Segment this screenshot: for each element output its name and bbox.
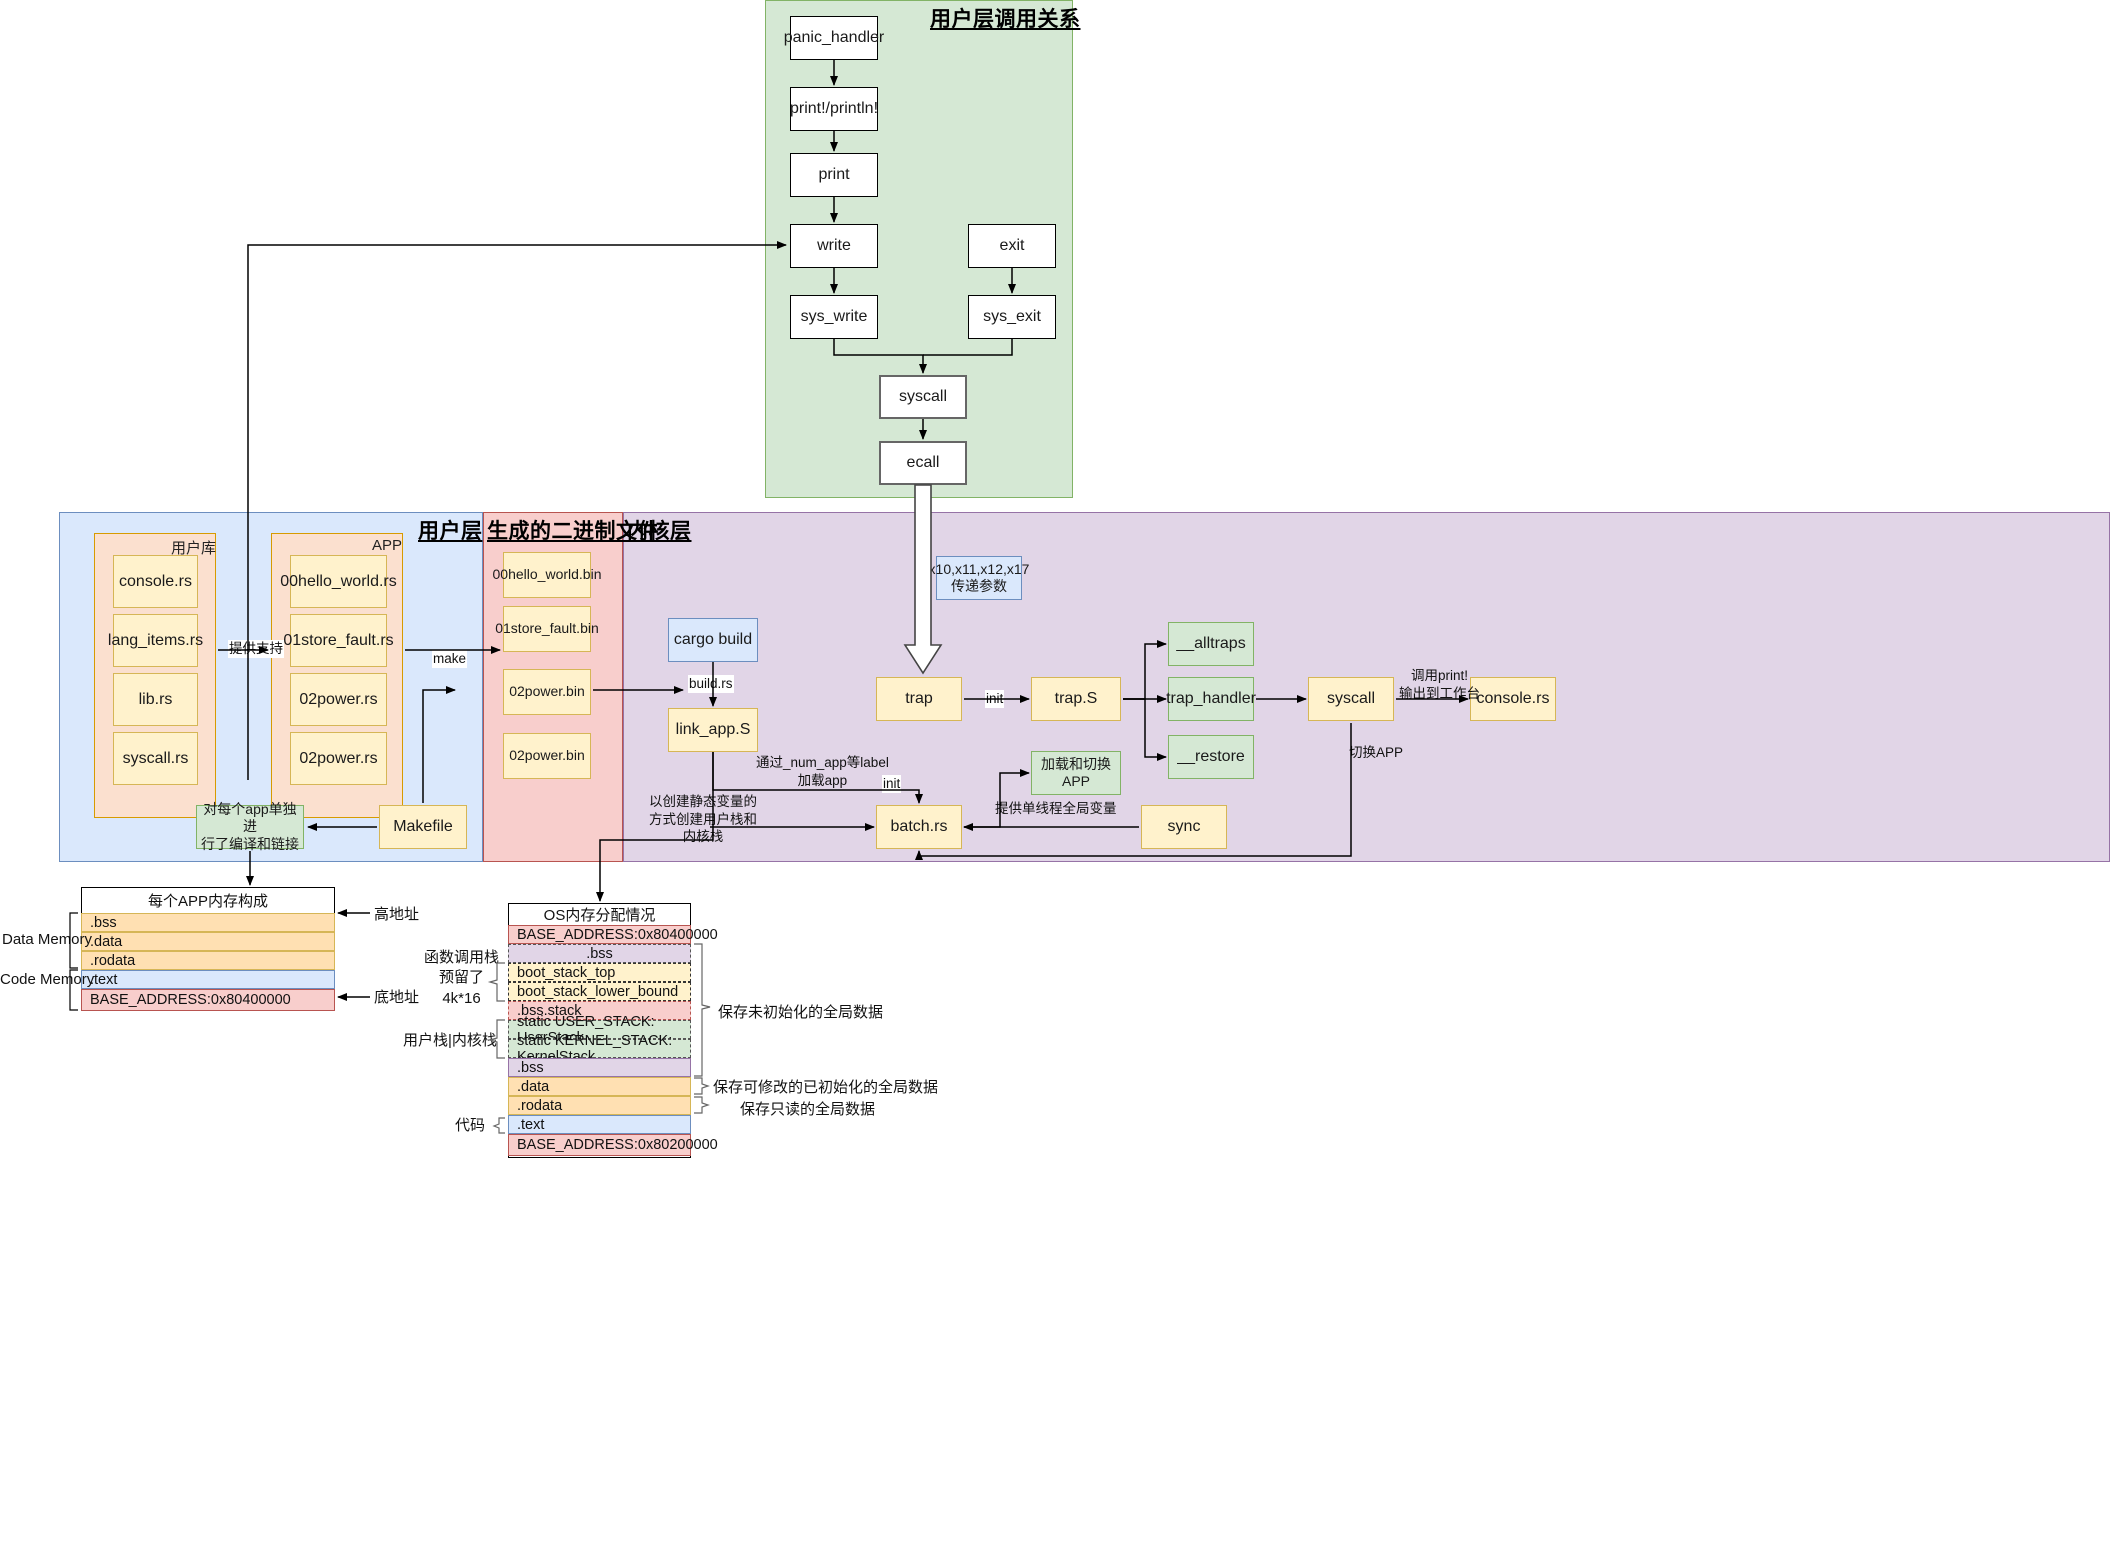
os-memory-row-text: .text: [508, 1115, 691, 1134]
node-app-00hello-world-rs[interactable]: 00hello_world.rs: [280, 555, 397, 608]
node-cargo-build[interactable]: cargo build: [668, 618, 758, 662]
node-print[interactable]: print: [790, 153, 878, 197]
node-app-01store-fault-rs[interactable]: 01store_fault.rs: [283, 614, 394, 667]
os-memory-row-base-bottom: BASE_ADDRESS:0x80200000: [508, 1134, 718, 1156]
edge-label-load-app: 通过_num_app等label 加载app: [756, 755, 889, 788]
panel-title-user-layer: 用户层: [418, 520, 483, 543]
os-memory-row-boot-stack-top: boot_stack_top: [508, 963, 691, 982]
node-link-app-s[interactable]: link_app.S: [668, 708, 758, 752]
node-lang-items-rs[interactable]: lang_items.rs: [108, 614, 203, 667]
app-memory-label-code-memory: Code Memory: [0, 971, 95, 988]
node-sync[interactable]: sync: [1141, 805, 1227, 849]
os-memory-note-code: 代码: [455, 1117, 486, 1134]
node-trap-s[interactable]: trap.S: [1031, 677, 1121, 721]
os-memory-row-data: .data: [508, 1077, 691, 1096]
edge-label-make: make: [432, 650, 468, 668]
node-console-rs[interactable]: console.rs: [113, 555, 198, 608]
os-memory-title: OS内存分配情况: [543, 906, 656, 924]
node-bin-01store-fault[interactable]: 01store_fault.bin: [495, 606, 599, 652]
node-sys-write[interactable]: sys_write: [790, 295, 878, 339]
edge-label-build-rs: build.rs: [688, 675, 734, 693]
app-memory-annotation-high: 高地址: [374, 906, 420, 923]
node-write[interactable]: write: [790, 224, 878, 268]
node-restore[interactable]: __restore: [1168, 735, 1254, 779]
node-load-switch-app: 加载和切换APP: [1031, 751, 1121, 795]
app-memory-row-rodata: .rodata: [81, 951, 335, 970]
os-memory-row-base-top: BASE_ADDRESS:0x80400000: [508, 925, 718, 944]
node-bin-02power-a[interactable]: 02power.bin: [503, 669, 591, 715]
app-memory-row-text: .text: [81, 970, 335, 989]
edge-label-static-stacks: 以创建静态变量的 方式创建用户栈和 内核栈: [649, 794, 757, 845]
os-memory-row-bss: .bss: [508, 1058, 691, 1077]
diagram-canvas: 用户层调用关系 用户层 生成的二进制文件 内核层 panic_handler p…: [0, 0, 2110, 1560]
edge-label-init-trap: init: [985, 690, 1005, 708]
node-trap-handler[interactable]: trap_handler: [1166, 677, 1256, 721]
app-memory-annotation-low: 底地址: [374, 989, 420, 1006]
edge-label-init-batch: init: [882, 775, 902, 793]
node-lib-rs[interactable]: lib.rs: [113, 673, 198, 726]
node-syscall-kernel[interactable]: syscall: [1308, 677, 1394, 721]
node-compile-link-note: 对每个app单独进 行了编译和链接: [196, 801, 304, 852]
app-memory-label-data-memory: Data Memory: [2, 931, 93, 948]
edge-label-provide-support: 提供支持: [228, 640, 284, 658]
node-alltraps[interactable]: __alltraps: [1168, 622, 1254, 666]
panel-title-user-call-relation: 用户层调用关系: [930, 8, 1081, 31]
node-app-02power-rs-a[interactable]: 02power.rs: [290, 673, 387, 726]
edge-label-single-thread-global: 提供单线程全局变量: [995, 801, 1117, 816]
panel-title-kernel-layer: 内核层: [627, 520, 692, 543]
os-memory-row-kernel-stack: static KERNEL_STACK: KernelStack: [508, 1033, 691, 1065]
os-memory-note-mutable-global: 保存可修改的已初始化的全局数据: [713, 1079, 939, 1096]
edge-label-switch-app: 切换APP: [1349, 745, 1404, 760]
app-memory-title: 每个APP内存构成: [147, 892, 268, 910]
app-memory-row-bss: .bss: [81, 913, 335, 932]
node-syscall-user[interactable]: syscall: [879, 375, 967, 419]
node-regs-note: x10,x11,x12,x17 传递参数: [929, 556, 1029, 600]
node-sys-exit[interactable]: sys_exit: [968, 295, 1056, 339]
node-print-macro[interactable]: print!/println!: [790, 87, 878, 131]
node-syscall-rs[interactable]: syscall.rs: [113, 732, 198, 785]
os-memory-row-rodata: .rodata: [508, 1096, 691, 1115]
node-makefile[interactable]: Makefile: [379, 805, 467, 849]
group-label-app: APP: [372, 537, 403, 554]
node-console-rs-kernel[interactable]: console.rs: [1470, 677, 1556, 721]
os-memory-note-call-stack: 函数调用栈 预留了 4k*16: [424, 949, 500, 1007]
node-exit[interactable]: exit: [968, 224, 1056, 268]
node-app-02power-rs-b[interactable]: 02power.rs: [290, 732, 387, 785]
os-memory-note-uninit-global: 保存未初始化的全局数据: [718, 1004, 884, 1021]
os-memory-note-user-kernel-stack: 用户栈|内核栈: [403, 1032, 497, 1049]
app-memory-row-base-address: BASE_ADDRESS:0x80400000: [81, 989, 335, 1011]
os-memory-row-bss-top: .bss: [508, 944, 691, 963]
node-trap[interactable]: trap: [876, 677, 962, 721]
edge-label-call-print: 调用print! 输出到工作台: [1399, 668, 1480, 701]
os-memory-row-boot-stack-lower-bound: boot_stack_lower_bound: [508, 982, 691, 1001]
os-memory-note-readonly-global: 保存只读的全局数据: [740, 1101, 876, 1118]
node-panic-handler[interactable]: panic_handler: [784, 16, 884, 60]
node-batch-rs[interactable]: batch.rs: [876, 805, 962, 849]
node-bin-00hello-world[interactable]: 00hello_world.bin: [493, 552, 601, 598]
node-bin-02power-b[interactable]: 02power.bin: [503, 733, 591, 779]
node-ecall[interactable]: ecall: [879, 441, 967, 485]
app-memory-row-data: .data: [81, 932, 335, 951]
